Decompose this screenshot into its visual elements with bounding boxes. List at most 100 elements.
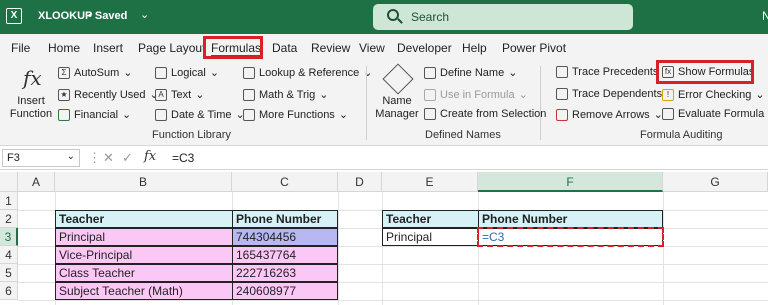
warning-icon: !: [662, 88, 674, 101]
chevron-down-icon[interactable]: ⌄: [67, 151, 75, 162]
text-button[interactable]: A Text ⌄: [155, 88, 204, 101]
column-header-g[interactable]: G: [663, 172, 768, 192]
financial-label: Financial: [74, 108, 119, 121]
search-box[interactable]: Search: [373, 4, 633, 30]
recently-used-label: Recently Used: [74, 88, 146, 101]
cancel-icon[interactable]: ✕: [103, 150, 114, 166]
more-functions-icon: [243, 108, 255, 121]
star-icon: ★: [58, 88, 70, 101]
tag-icon: [424, 66, 436, 79]
use-in-formula-icon: [424, 88, 436, 101]
chevron-down-icon: ⌄: [363, 67, 373, 79]
spreadsheet-grid[interactable]: A B C D E F G 1 2 3 4 5 6 Teacher Phone …: [0, 170, 768, 305]
tab-data[interactable]: Data: [272, 41, 297, 55]
chevron-down-icon: ⌄: [195, 89, 205, 101]
define-name-button[interactable]: Define Name ⌄: [424, 66, 517, 79]
chevron-down-icon[interactable]: ⌄: [140, 8, 149, 21]
row-header-5[interactable]: 5: [0, 264, 18, 282]
row-header-3[interactable]: 3: [0, 228, 18, 246]
trace-precedents-button[interactable]: Trace Precedents: [556, 66, 658, 78]
calendar-icon: [155, 108, 167, 121]
tab-help[interactable]: Help: [462, 41, 487, 55]
evaluate-formula-icon: [662, 108, 674, 120]
table1-cell[interactable]: Class Teacher: [55, 264, 233, 282]
table1-header-teacher[interactable]: Teacher: [55, 210, 233, 228]
trace-precedents-icon: [556, 66, 568, 78]
recently-used-button[interactable]: ★ Recently Used ⌄: [58, 88, 159, 101]
table2-cell[interactable]: Principal: [382, 228, 479, 246]
active-cell-highlight: [477, 227, 664, 247]
table2-header-phone[interactable]: Phone Number: [478, 210, 663, 228]
column-header-c[interactable]: C: [232, 172, 338, 192]
logical-button[interactable]: Logical ⌄: [155, 66, 219, 79]
row-header-2[interactable]: 2: [0, 210, 18, 228]
ribbon-divider: [540, 66, 541, 140]
text-label: Text: [171, 88, 192, 101]
date-time-button[interactable]: Date & Time ⌄: [155, 108, 245, 121]
name-box[interactable]: F3 ⌄: [2, 149, 80, 167]
formula-auditing-group-label: Formula Auditing: [640, 129, 723, 141]
file-name[interactable]: XLOOKUP: [38, 10, 92, 22]
trace-dependents-button[interactable]: Trace Dependents: [556, 88, 662, 100]
table1-cell[interactable]: 744304456: [232, 228, 338, 246]
evaluate-formula-button[interactable]: Evaluate Formula: [662, 108, 764, 120]
tab-insert[interactable]: Insert: [93, 41, 123, 55]
create-from-selection-button[interactable]: Create from Selection: [424, 108, 546, 120]
tab-power-pivot[interactable]: Power Pivot: [502, 41, 566, 55]
search-icon: [387, 9, 399, 21]
tab-page-layout[interactable]: Page Layout: [138, 41, 205, 55]
excel-icon[interactable]: X: [6, 8, 22, 24]
name-box-value: F3: [7, 152, 20, 164]
formula-input[interactable]: =C3: [172, 151, 194, 165]
math-trig-button[interactable]: Math & Trig ⌄: [243, 88, 328, 101]
column-header-b[interactable]: B: [55, 172, 232, 192]
tab-view[interactable]: View: [359, 41, 385, 55]
column-header-d[interactable]: D: [338, 172, 382, 192]
column-header-f[interactable]: F: [478, 172, 663, 192]
user-avatar[interactable]: N: [762, 9, 768, 23]
tab-home[interactable]: Home: [48, 41, 80, 55]
financial-button[interactable]: Financial ⌄: [58, 108, 131, 121]
insert-function-fx-icon[interactable]: fx: [144, 149, 156, 164]
table1-cell[interactable]: 240608977: [232, 282, 338, 300]
chevron-down-icon: ⌄: [755, 89, 765, 101]
error-checking-button[interactable]: ! Error Checking ⌄: [662, 88, 765, 101]
chevron-down-icon: ⌄: [518, 89, 528, 101]
insert-function-icon[interactable]: fx: [23, 66, 42, 90]
more-functions-button[interactable]: More Functions ⌄: [243, 108, 348, 121]
title-bar: X XLOOKUP • Saved ⌄ Search N: [0, 0, 768, 34]
table1-cell[interactable]: Subject Teacher (Math): [55, 282, 233, 300]
enter-icon[interactable]: ✓: [122, 150, 133, 166]
tab-review[interactable]: Review: [311, 41, 350, 55]
chevron-down-icon: ⌄: [319, 89, 329, 101]
column-header-e[interactable]: E: [382, 172, 478, 192]
select-all-corner[interactable]: [0, 172, 18, 192]
remove-arrows-button[interactable]: Remove Arrows ⌄: [556, 108, 663, 121]
tab-developer[interactable]: Developer: [397, 41, 452, 55]
remove-arrows-label: Remove Arrows: [572, 108, 650, 121]
chevron-down-icon: ⌄: [338, 109, 349, 121]
insert-function-button[interactable]: Insert Function: [8, 95, 54, 121]
row-header-4[interactable]: 4: [0, 246, 18, 264]
row-header-1[interactable]: 1: [0, 192, 18, 210]
autosum-label: AutoSum: [74, 66, 120, 79]
table2-header-teacher[interactable]: Teacher: [382, 210, 479, 228]
tab-file[interactable]: File: [11, 41, 30, 55]
row-header-6[interactable]: 6: [0, 282, 18, 300]
sigma-icon: Σ: [58, 66, 70, 79]
name-manager-button[interactable]: Name Manager: [374, 95, 420, 121]
chevron-down-icon: ⌄: [209, 67, 220, 79]
table1-cell[interactable]: 165437764: [232, 246, 338, 264]
table1-header-phone[interactable]: Phone Number: [232, 210, 338, 228]
table1-cell[interactable]: 222716263: [232, 264, 338, 282]
column-header-a[interactable]: A: [18, 172, 55, 192]
autosum-button[interactable]: Σ AutoSum ⌄: [58, 66, 132, 79]
function-library-group-label: Function Library: [152, 129, 231, 141]
date-time-label: Date & Time: [171, 108, 232, 121]
remove-arrows-icon: [556, 108, 568, 121]
table1-cell[interactable]: Vice-Principal: [55, 246, 233, 264]
table1-cell[interactable]: Principal: [55, 228, 233, 246]
lookup-reference-button[interactable]: Lookup & Reference ⌄: [243, 66, 373, 79]
chevron-down-icon: ⌄: [122, 109, 132, 121]
use-in-formula-button[interactable]: Use in Formula ⌄: [424, 88, 528, 101]
